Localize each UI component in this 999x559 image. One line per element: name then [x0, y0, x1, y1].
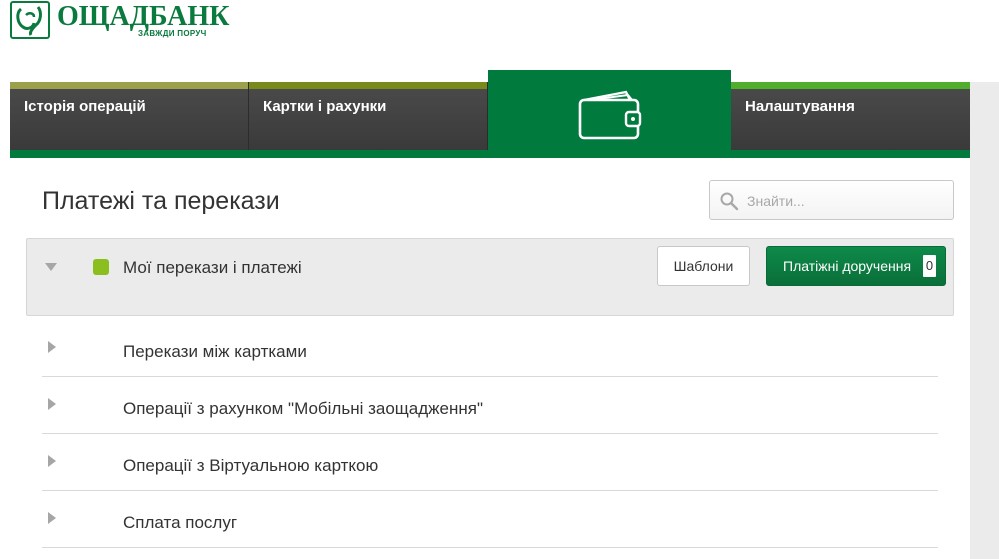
- group-color-marker: [93, 259, 109, 275]
- page-title: Платежі та перекази: [42, 187, 280, 215]
- group-title[interactable]: Мої перекази і платежі: [123, 258, 302, 278]
- nav-tab-accent: [249, 82, 487, 89]
- nav-tab-settings[interactable]: Налаштування: [731, 82, 970, 150]
- nav-tab-cards[interactable]: Картки і рахунки: [249, 82, 488, 150]
- nav-tab-label: Картки і рахунки: [263, 98, 387, 115]
- expand-arrow-icon[interactable]: [48, 341, 56, 353]
- my-transfers-group[interactable]: Мої перекази і платежі Шаблони Платіжні …: [26, 238, 954, 316]
- nav-active-underline: [10, 150, 970, 158]
- bank-name[interactable]: ОЩАДБАНК: [57, 2, 229, 32]
- list-item[interactable]: Операції з рахунком "Мобільні заощадженн…: [42, 377, 938, 434]
- collapse-arrow-icon[interactable]: [45, 263, 57, 271]
- payment-orders-count: 0: [923, 255, 936, 277]
- list-item-label: Сплата послуг: [123, 513, 238, 532]
- bank-tagline: ЗАВЖДИ ПОРУЧ: [138, 29, 207, 38]
- header: ОЩАДБАНК ЗАВЖДИ ПОРУЧ: [0, 0, 999, 70]
- wallet-icon: [578, 90, 642, 140]
- list-item[interactable]: Сплата послуг: [42, 491, 938, 548]
- nav-tab-label: Налаштування: [745, 98, 855, 115]
- nav-tab-accent: [10, 82, 248, 89]
- nav-tab-payments[interactable]: [488, 70, 731, 150]
- list-item-label: Операції з Віртуальною карткою: [123, 456, 379, 475]
- search-icon: [720, 192, 739, 211]
- payment-orders-label: Платіжні доручення: [783, 258, 912, 274]
- nav-tab-label: Історія операцій: [24, 98, 146, 115]
- list-item[interactable]: Операції з Віртуальною карткою: [42, 434, 938, 491]
- list-item-label: Операції з рахунком "Мобільні заощадженн…: [123, 399, 483, 418]
- templates-button[interactable]: Шаблони: [657, 246, 750, 286]
- nav-tab-history[interactable]: Історія операцій: [10, 82, 249, 150]
- nav-tab-accent: [731, 82, 970, 89]
- bank-logo-icon[interactable]: [10, 1, 50, 39]
- main-nav: Історія операцій Картки і рахунки Налашт…: [10, 70, 970, 158]
- payment-orders-button[interactable]: Платіжні доручення 0: [766, 246, 946, 286]
- expand-arrow-icon[interactable]: [48, 512, 56, 524]
- list-item-label: Перекази між картками: [123, 342, 307, 361]
- search-input[interactable]: Знайти...: [709, 180, 954, 220]
- list-item[interactable]: Перекази між картками: [42, 320, 938, 377]
- expand-arrow-icon[interactable]: [48, 455, 56, 467]
- right-gutter: [970, 82, 999, 559]
- main-content: Платежі та перекази Знайти... Мої перека…: [10, 158, 970, 559]
- search-placeholder: Знайти...: [747, 193, 805, 209]
- expand-arrow-icon[interactable]: [48, 398, 56, 410]
